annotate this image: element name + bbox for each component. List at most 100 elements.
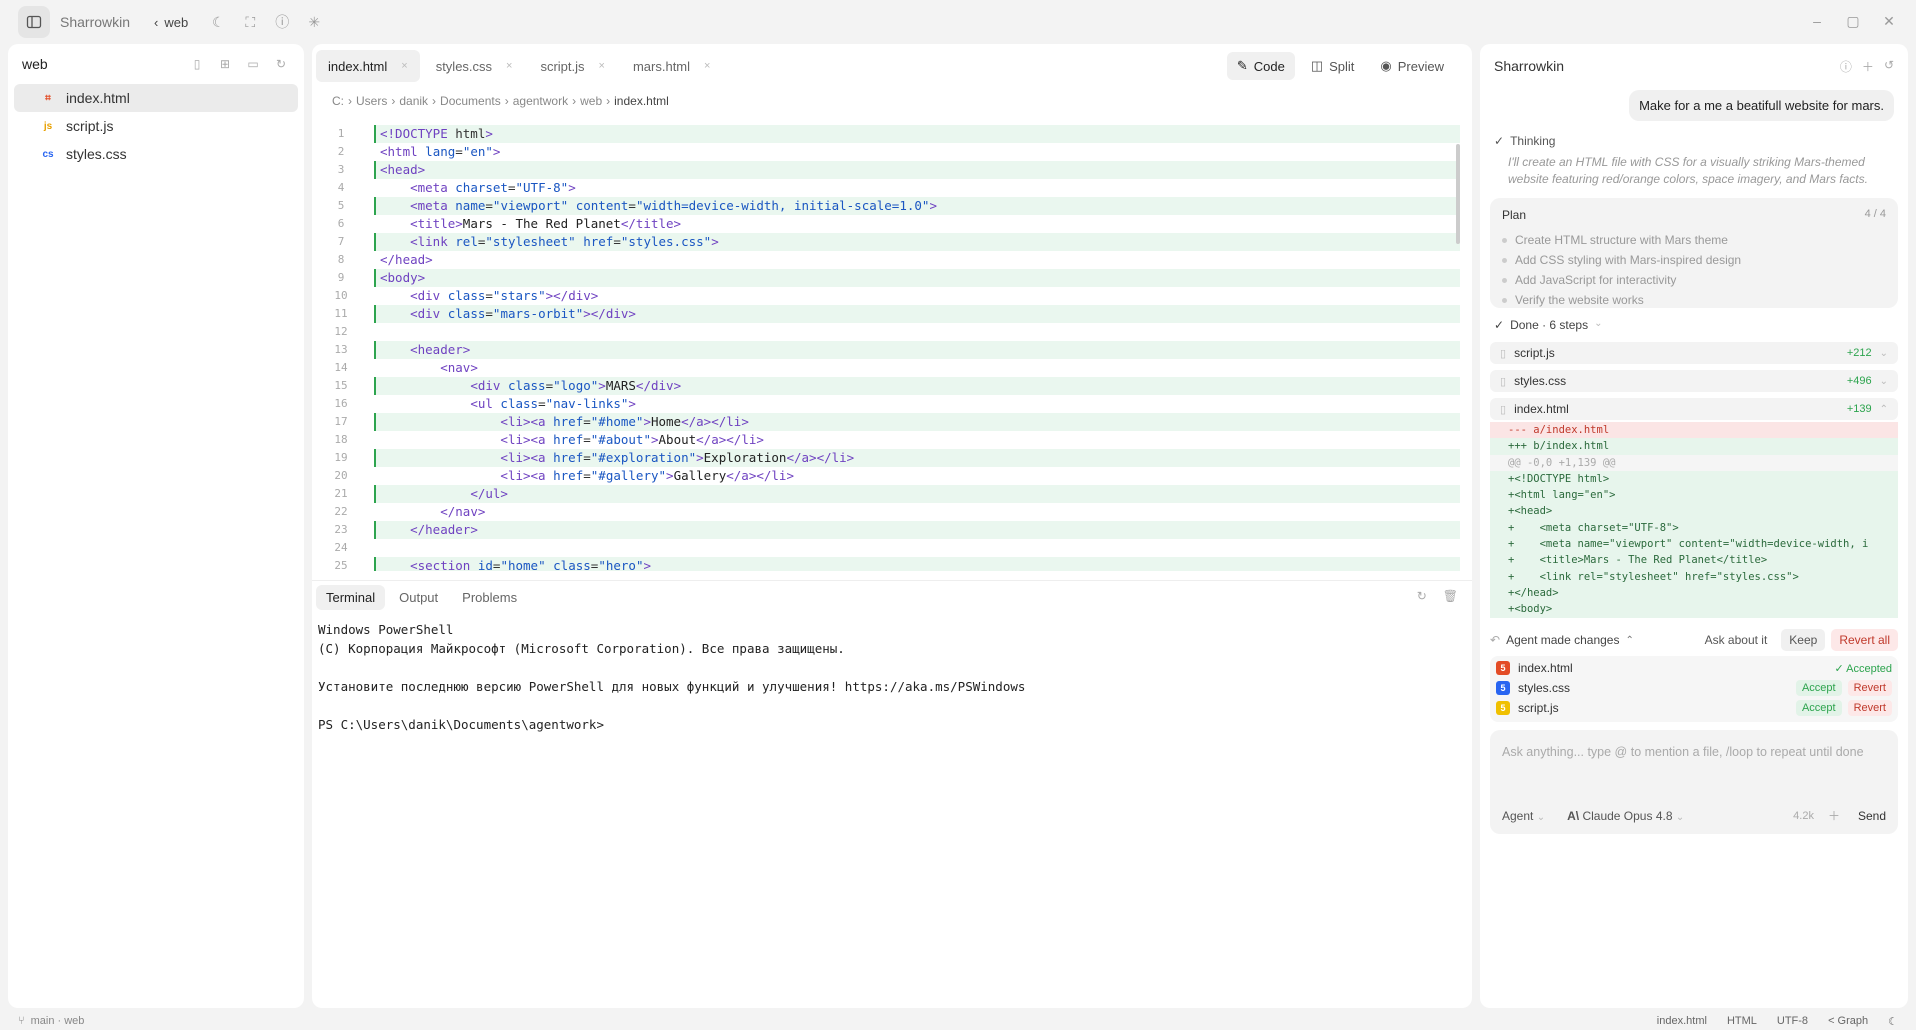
composer-input[interactable]: Ask anything... type @ to mention a file…	[1502, 742, 1882, 762]
breadcrumb-item[interactable]: C:	[332, 94, 344, 108]
revert-button[interactable]: Revert	[1847, 680, 1892, 696]
open-folder-icon[interactable]: ▭	[242, 53, 264, 75]
fullscreen-icon[interactable]: ⛶	[234, 6, 266, 38]
refresh-icon[interactable]: ↻	[270, 53, 292, 75]
editor-tab[interactable]: script.js ×	[528, 50, 617, 82]
status-encoding[interactable]: UTF-8	[1777, 1015, 1808, 1028]
code-line: 17 <li><a href="#home">Home</a></li>	[312, 413, 1460, 431]
eye-icon: ◉	[1380, 58, 1392, 73]
new-file-icon[interactable]: ▯	[186, 53, 208, 75]
line-number: 2	[337, 145, 345, 158]
line-number: 18	[334, 433, 348, 446]
code-line: 25 <section id="home" class="hero">	[312, 557, 1460, 571]
plan-title: Plan	[1502, 208, 1527, 222]
changed-file-card[interactable]: ▯ script.js +212 ⌄	[1490, 342, 1898, 364]
plan-item-text: Verify the website works	[1515, 293, 1644, 307]
code-line: 19 <li><a href="#exploration">Exploratio…	[312, 449, 1460, 467]
editor-tab[interactable]: index.html ×	[316, 50, 420, 82]
editor-tab[interactable]: mars.html ×	[621, 50, 723, 82]
mode-selector[interactable]: Agent ⌄	[1502, 809, 1545, 823]
info-icon[interactable]: ⓘ	[1840, 58, 1852, 75]
editor-tab[interactable]: styles.css ×	[424, 50, 525, 82]
status-graph[interactable]: < Graph	[1828, 1015, 1868, 1028]
theme-icon[interactable]: ☾	[1888, 1015, 1898, 1028]
ask-about-it-button[interactable]: Ask about it	[1697, 629, 1776, 651]
chat-title: Sharrowkin	[1494, 58, 1565, 74]
breadcrumb-item[interactable]: index.html	[614, 94, 669, 108]
breadcrumb-item[interactable]: Documents	[440, 94, 501, 108]
done-label: Done · 6 steps	[1510, 318, 1589, 332]
close-icon[interactable]: ✕	[1876, 8, 1902, 34]
trash-icon[interactable]: 🗑	[1443, 589, 1458, 603]
change-file-name[interactable]: script.js	[1518, 701, 1796, 715]
file-item[interactable]: js script.js	[14, 112, 298, 140]
branch-label[interactable]: main · web	[31, 1015, 85, 1027]
code-line: 3 <head>	[312, 161, 1460, 179]
done-toggle[interactable]: ✓ Done · 6 steps ⌄	[1494, 318, 1603, 332]
sidebar-toggle-icon[interactable]	[18, 6, 50, 38]
model-selector[interactable]: A\ Claude Opus 4.8 ⌄	[1567, 809, 1793, 823]
code-line: 5 <meta name="viewport" content="width=d…	[312, 197, 1460, 215]
terminal-output[interactable]: Windows PowerShell (C) Корпорация Майкрос…	[318, 620, 1025, 734]
moon-icon[interactable]: ☾	[202, 6, 234, 38]
attach-icon[interactable]: ＋	[1828, 807, 1840, 824]
line-content: <div class="stars"></div>	[410, 288, 599, 303]
keep-button[interactable]: Keep	[1781, 629, 1826, 651]
send-button[interactable]: Send	[1858, 809, 1886, 823]
panel-tab-output[interactable]: Output	[389, 585, 448, 610]
chat-composer[interactable]: Ask anything... type @ to mention a file…	[1490, 730, 1898, 834]
view-mode-preview[interactable]: ◉ Preview	[1370, 52, 1454, 80]
revert-all-button[interactable]: Revert all	[1831, 629, 1898, 651]
minimize-icon[interactable]: –	[1804, 8, 1830, 34]
panel-tab-problems[interactable]: Problems	[452, 585, 527, 610]
maximize-icon[interactable]: ▢	[1840, 8, 1866, 34]
status-language[interactable]: HTML	[1727, 1015, 1757, 1028]
close-tab-icon[interactable]: ×	[599, 60, 605, 72]
sparkle-icon[interactable]: ✳	[298, 6, 330, 38]
mode-label: Agent	[1502, 808, 1534, 823]
help-icon[interactable]: ⓘ	[266, 6, 298, 38]
line-content	[374, 323, 1460, 341]
code-line: 24	[312, 539, 1460, 557]
code-editor[interactable]: 1 <!DOCTYPE html> 2 <html lang="en"> 3 <head>…	[312, 125, 1460, 571]
breadcrumb-item[interactable]: Users	[356, 94, 387, 108]
changed-file-card[interactable]: ▯ index.html +139 ⌃	[1490, 398, 1898, 420]
restart-terminal-icon[interactable]: ↻	[1417, 589, 1427, 603]
agent-changes-toggle[interactable]: ↶ Agent made changes ⌃	[1490, 633, 1691, 647]
line-content: <!DOCTYPE html>	[374, 125, 1460, 143]
code-line: 13 <header>	[312, 341, 1460, 359]
revert-button[interactable]: Revert	[1847, 700, 1892, 716]
tab-label: styles.css	[435, 58, 493, 74]
workspace-crumb[interactable]: ‹ web	[154, 15, 188, 30]
plan-item: Verify the website works	[1502, 290, 1886, 310]
view-mode-split[interactable]: ◫ Split	[1301, 52, 1365, 80]
line-number: 8	[337, 253, 345, 266]
line-content: <li><a href="#gallery">Gallery</a></li>	[500, 468, 794, 483]
new-chat-icon[interactable]: ＋	[1862, 58, 1874, 75]
new-folder-icon[interactable]: ⊞	[214, 53, 236, 75]
view-mode-code[interactable]: ✎ Code	[1226, 52, 1295, 80]
panel-tab-terminal[interactable]: Terminal	[316, 585, 386, 610]
line-number: 4	[337, 181, 345, 194]
accept-button[interactable]: Accept	[1795, 700, 1842, 716]
close-tab-icon[interactable]: ×	[704, 60, 710, 72]
file-item[interactable]: ⌗ index.html	[14, 84, 298, 112]
editor-scrollbar[interactable]	[1456, 144, 1460, 244]
history-icon[interactable]: ↺	[1884, 58, 1894, 75]
file-item[interactable]: cs styles.css	[14, 140, 298, 168]
line-number: 25	[334, 559, 348, 571]
breadcrumb-item[interactable]: danik	[399, 94, 428, 108]
breadcrumb-item[interactable]: web	[580, 94, 602, 108]
change-file-name[interactable]: index.html	[1518, 661, 1834, 675]
plan-item-text: Create HTML structure with Mars theme	[1515, 233, 1728, 247]
accept-button[interactable]: Accept	[1795, 680, 1842, 696]
change-file-name[interactable]: styles.css	[1518, 681, 1796, 695]
breadcrumb-item[interactable]: agentwork	[513, 94, 568, 108]
changed-file-card[interactable]: ▯ styles.css +496 ⌄	[1490, 370, 1898, 392]
thinking-toggle[interactable]: ✓ Thinking	[1494, 134, 1555, 148]
close-tab-icon[interactable]: ×	[401, 60, 407, 72]
close-tab-icon[interactable]: ×	[506, 60, 512, 72]
tab-label: mars.html	[632, 58, 691, 74]
plan-item: Add JavaScript for interactivity	[1502, 270, 1886, 290]
